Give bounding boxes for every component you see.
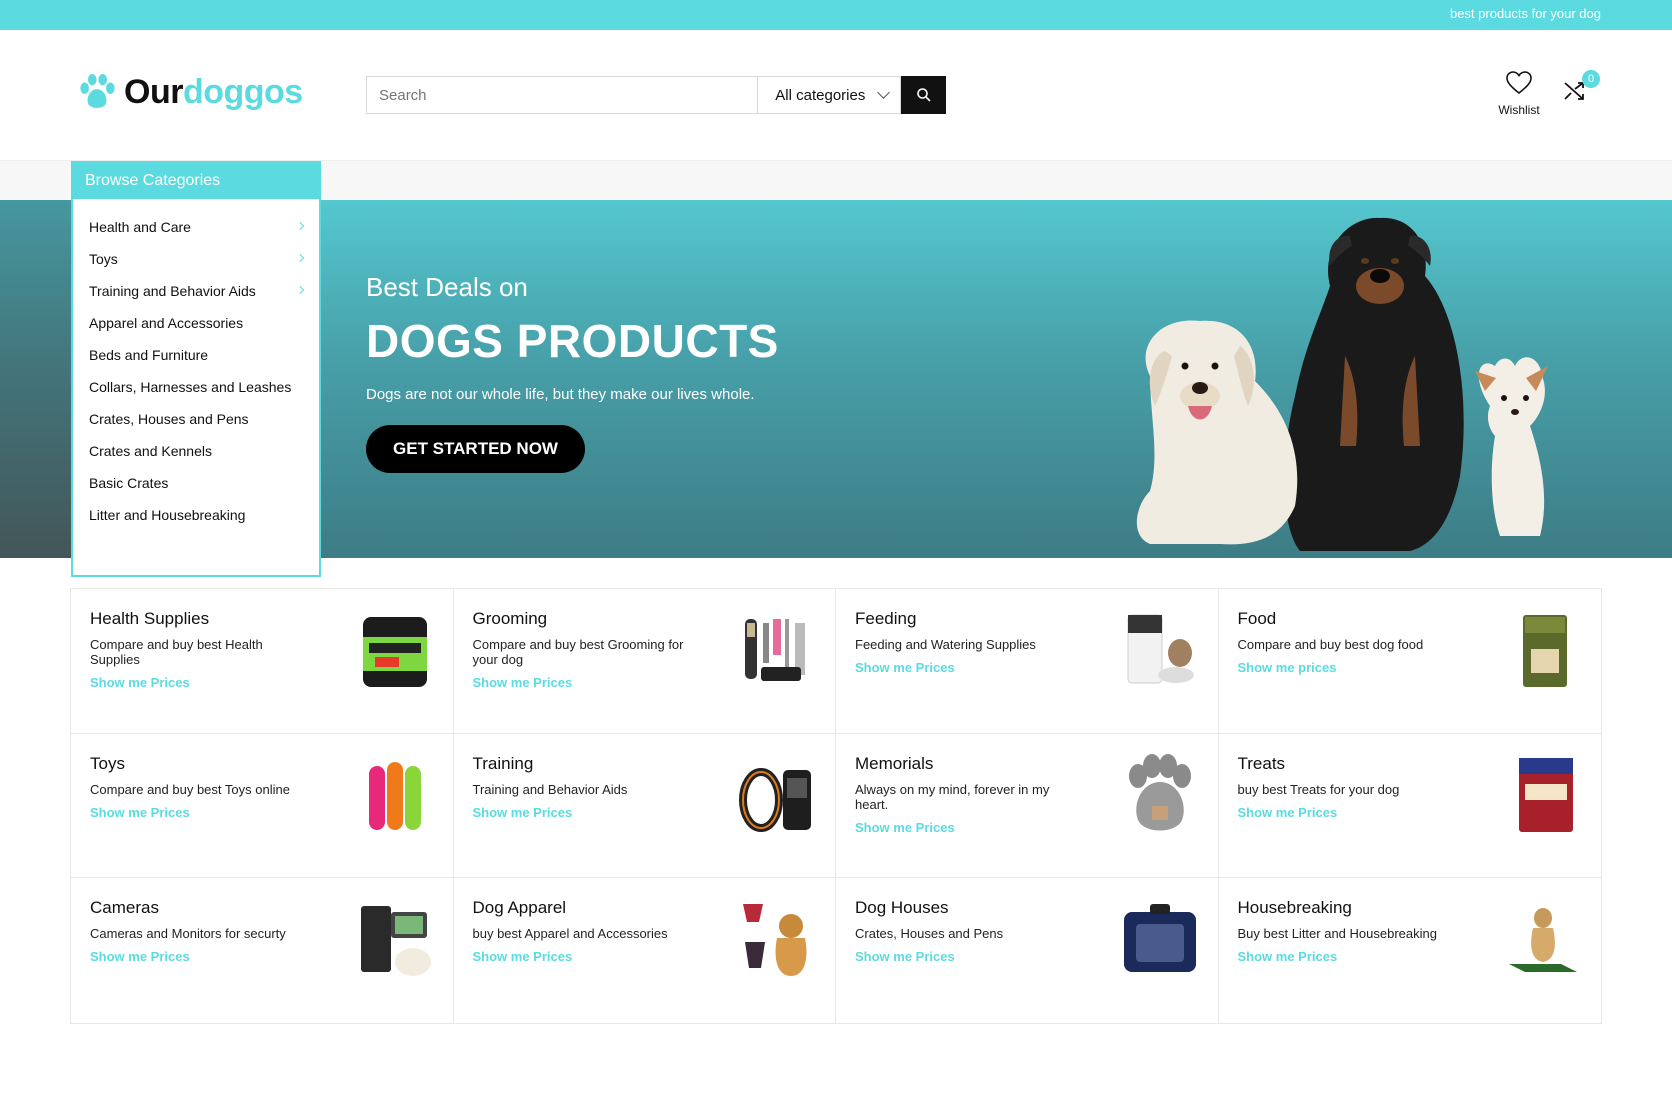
sidebar-item-crates-houses[interactable]: Crates, Houses and Pens	[73, 403, 319, 435]
chevron-right-icon	[295, 221, 305, 231]
dog-crate-image	[1123, 904, 1196, 973]
sidebar-item-label: Beds and Furniture	[89, 347, 209, 363]
grooming-image	[745, 619, 805, 681]
category-desc: Always on my mind, forever in my heart.	[855, 781, 1050, 812]
sidebar-item-label: Crates, Houses and Pens	[89, 411, 249, 427]
toys-image	[368, 761, 421, 830]
category-card-grooming[interactable]: Grooming Compare and buy best Grooming f…	[453, 589, 836, 734]
hero-subtitle: Dogs are not our whole life, but they ma…	[366, 386, 755, 403]
sidebar-item-label: Basic Crates	[89, 475, 169, 491]
category-desc: Compare and buy best dog food	[1237, 637, 1424, 652]
browse-categories-title: Browse Categories	[73, 163, 319, 199]
sidebar-item-apparel[interactable]: Apparel and Accessories	[73, 307, 319, 339]
heart-icon	[1506, 71, 1532, 95]
sidebar-item-crates-kennels[interactable]: Crates and Kennels	[73, 435, 319, 467]
dog-food-image	[1523, 615, 1567, 687]
compare-button[interactable]: 0	[1562, 70, 1600, 108]
category-card-apparel[interactable]: Dog Apparel buy best Apparel and Accesso…	[454, 878, 836, 1023]
compare-count-badge: 0	[1582, 70, 1600, 88]
browse-categories-panel: Browse Categories Health and Care Toys T…	[71, 161, 321, 577]
paw-icon	[80, 73, 115, 108]
search-bar: All categories	[366, 76, 946, 114]
category-desc: buy best Treats for your dog	[1237, 781, 1400, 797]
category-desc: Crates, Houses and Pens	[855, 926, 1004, 942]
category-card-memorials[interactable]: Memorials Always on my mind, forever in …	[836, 733, 1219, 879]
sidebar-item-training[interactable]: Training and Behavior Aids	[73, 275, 319, 307]
memorial-stone-image	[1128, 753, 1191, 831]
category-card-training[interactable]: Training Training and Behavior Aids Show…	[453, 733, 836, 879]
category-card-health[interactable]: Health Supplies Compare and buy best Hea…	[71, 589, 454, 734]
hero-title: DOGS PRODUCTS	[366, 315, 779, 367]
category-select-value: All categories	[775, 86, 866, 104]
sidebar-item-label: Toys	[89, 251, 118, 267]
category-desc: Buy best Litter and Housebreaking	[1237, 926, 1437, 942]
get-started-button[interactable]: GET STARTED NOW	[366, 425, 585, 473]
brand-name: Ourdoggos	[124, 73, 303, 112]
search-icon	[916, 88, 931, 102]
category-desc: Compare and buy best Health Supplies	[90, 637, 263, 667]
category-desc: Training and Behavior Aids	[472, 781, 628, 797]
sidebar-item-health-and-care[interactable]: Health and Care	[73, 211, 319, 243]
health-supplies-image	[362, 617, 427, 687]
category-card-housebreaking[interactable]: Housebreaking Buy best Litter and Houseb…	[1219, 878, 1602, 1023]
top-tagline: best products for your dog	[1449, 6, 1601, 21]
housebreaking-image	[1509, 908, 1577, 973]
training-collar-image	[739, 767, 811, 832]
brand-part-2: doggos	[182, 72, 303, 111]
search-button[interactable]	[901, 76, 946, 114]
category-desc: Cameras and Monitors for securty	[90, 926, 286, 942]
top-bar: best products for your dog	[0, 0, 1672, 30]
wishlist-label: Wishlist	[1498, 103, 1540, 117]
sidebar-item-label: Crates and Kennels	[89, 443, 212, 459]
brand-part-1: Our	[124, 72, 183, 111]
chevron-right-icon	[295, 285, 305, 295]
category-desc: Feeding and Watering Supplies	[855, 637, 1036, 652]
category-grid: Health Supplies Compare and buy best Hea…	[70, 588, 1602, 1024]
hero-dogs-image	[1136, 217, 1548, 552]
sidebar-item-basic-crates[interactable]: Basic Crates	[73, 467, 319, 499]
category-card-treats[interactable]: Treats buy best Treats for your dog Show…	[1218, 734, 1601, 879]
chevron-down-icon	[877, 86, 890, 99]
category-card-dog-houses[interactable]: Dog Houses Crates, Houses and Pens Show …	[836, 878, 1219, 1023]
category-card-feeding[interactable]: Feeding Feeding and Watering Supplies Sh…	[836, 589, 1219, 734]
category-select[interactable]: All categories	[757, 76, 902, 114]
sidebar-item-label: Litter and Housebreaking	[89, 507, 246, 523]
category-desc: Compare and buy best Grooming for your d…	[472, 637, 684, 667]
hero-pre-title: Best Deals on	[366, 272, 528, 302]
wishlist-button[interactable]: Wishlist	[1490, 70, 1548, 117]
search-input[interactable]	[366, 76, 758, 114]
logo[interactable]: Ourdoggos	[78, 72, 303, 112]
chevron-right-icon	[295, 253, 305, 263]
sidebar-item-toys[interactable]: Toys	[73, 243, 319, 275]
category-card-toys[interactable]: Toys Compare and buy best Toys online Sh…	[71, 733, 454, 879]
sidebar-item-label: Training and Behavior Aids	[89, 283, 256, 299]
category-desc: Compare and buy best Toys online	[90, 781, 290, 797]
camera-image	[360, 906, 431, 977]
category-card-cameras[interactable]: Cameras Cameras and Monitors for securty…	[71, 878, 454, 1023]
sidebar-item-label: Health and Care	[89, 219, 191, 235]
sidebar-item-collars[interactable]: Collars, Harnesses and Leashes	[73, 371, 319, 403]
category-card-food[interactable]: Food Compare and buy best dog food Show …	[1218, 589, 1601, 734]
sidebar-item-litter[interactable]: Litter and Housebreaking	[73, 499, 319, 531]
header: Ourdoggos All categories Wishlist 0	[0, 30, 1672, 160]
sidebar-item-beds[interactable]: Beds and Furniture	[73, 339, 319, 371]
sidebar-item-label: Apparel and Accessories	[89, 315, 244, 331]
feeding-image	[1127, 614, 1194, 684]
sidebar-item-label: Collars, Harnesses and Leashes	[89, 379, 292, 395]
apparel-image	[743, 904, 807, 977]
treats-image	[1519, 757, 1573, 832]
category-desc: buy best Apparel and Accessories	[472, 926, 668, 942]
